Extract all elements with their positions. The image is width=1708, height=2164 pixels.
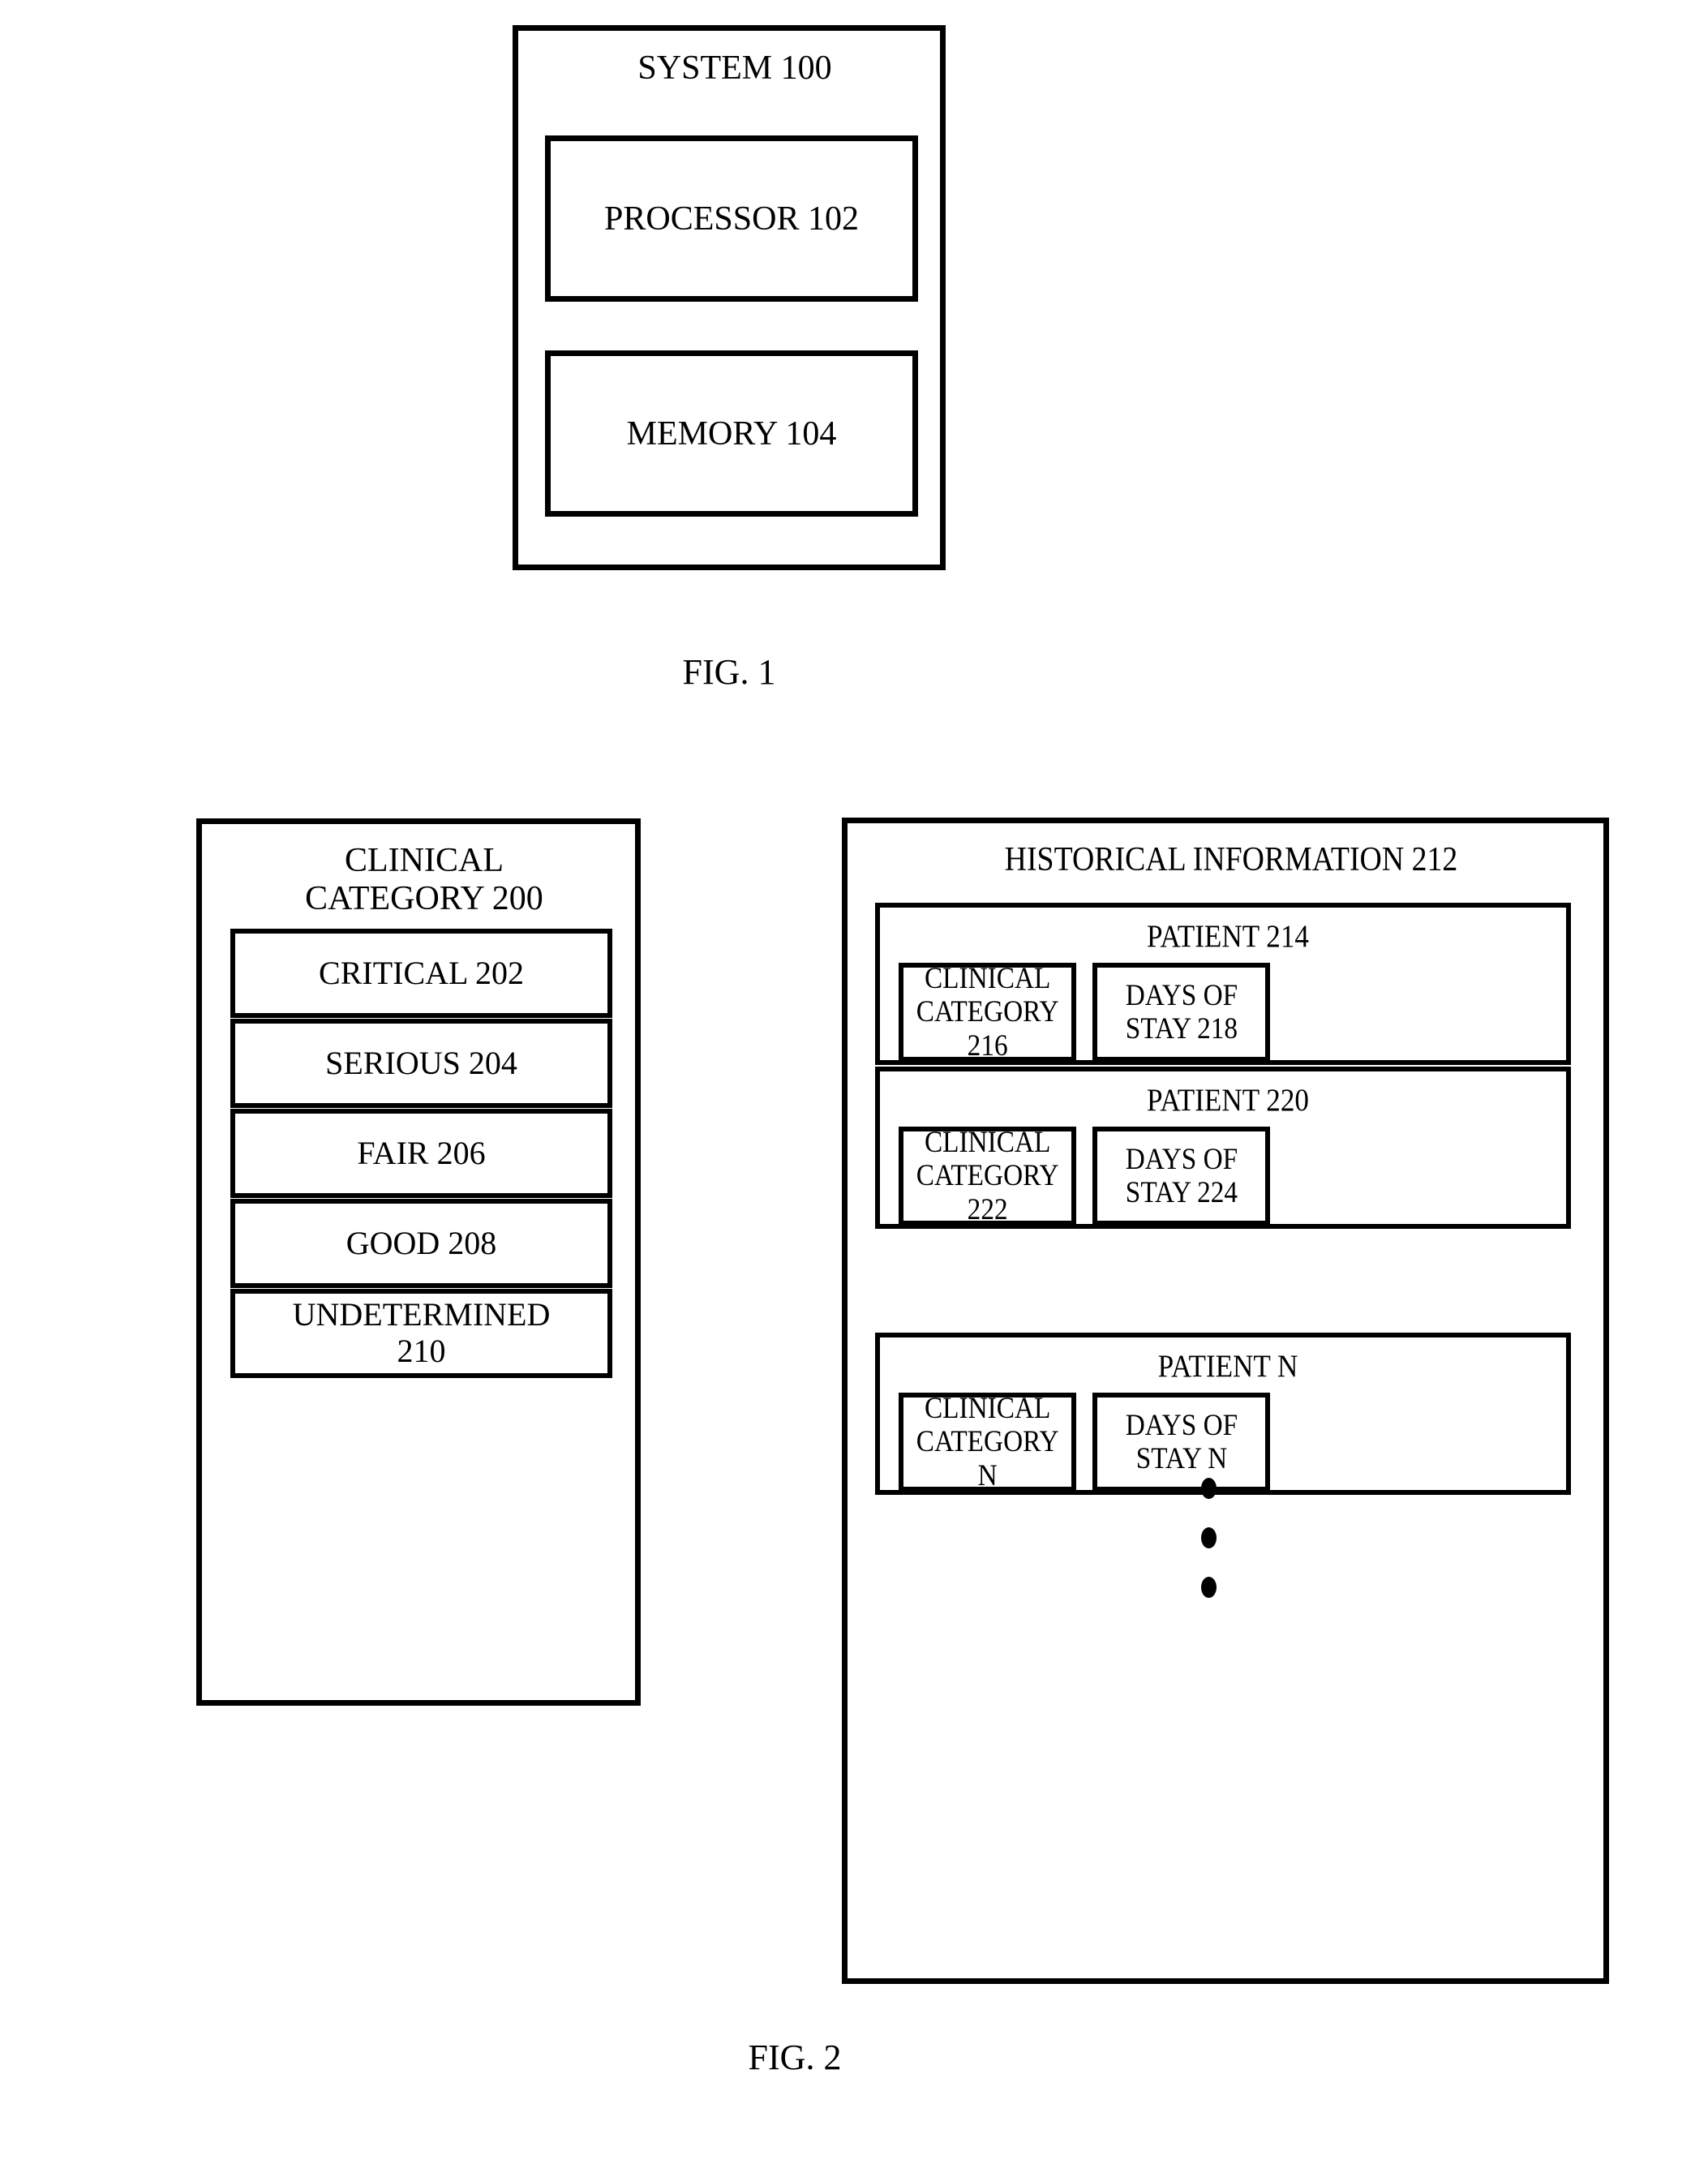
- figure-1-caption: FIG. 1: [682, 652, 776, 692]
- figure-2-caption: FIG. 2: [748, 2037, 842, 2077]
- historical-information-block: HISTORICAL INFORMATION 212 PATIENT 214 C…: [842, 818, 1609, 1984]
- patient-clinical-category-label: CLINICAL CATEGORY 216: [916, 961, 1059, 1063]
- system-block: SYSTEM 100 PROCESSOR 102 MEMORY 104: [513, 25, 946, 570]
- patient-days-of-stay-box: DAYS OF STAY N: [1092, 1393, 1270, 1492]
- clinical-category-item-serious: SERIOUS 204: [230, 1019, 612, 1108]
- historical-information-block-title: HISTORICAL INFORMATION 212: [1004, 841, 1458, 878]
- processor-block-label: PROCESSOR 102: [604, 200, 859, 238]
- clinical-category-item-label: CRITICAL 202: [319, 954, 524, 991]
- processor-block: PROCESSOR 102: [545, 135, 918, 302]
- vertical-ellipsis-dot-icon: [1201, 1527, 1217, 1548]
- clinical-category-item-label: UNDETERMINED 210: [292, 1296, 551, 1369]
- clinical-category-item-undetermined: UNDETERMINED 210: [230, 1289, 612, 1378]
- patient-days-of-stay-box: DAYS OF STAY 224: [1092, 1127, 1270, 1226]
- clinical-category-item-fair: FAIR 206: [230, 1109, 612, 1198]
- patient-block-title: PATIENT 220: [1147, 1083, 1309, 1118]
- clinical-category-item-label: GOOD 208: [345, 1224, 497, 1261]
- clinical-category-item-label: FAIR 206: [357, 1134, 486, 1171]
- patient-days-of-stay-label: DAYS OF STAY 218: [1125, 978, 1238, 1046]
- patient-clinical-category-label: CLINICAL CATEGORY 222: [916, 1125, 1059, 1226]
- patient-clinical-category-box: CLINICAL CATEGORY 216: [899, 961, 1076, 1063]
- memory-block: MEMORY 104: [545, 350, 918, 517]
- clinical-category-item-good: GOOD 208: [230, 1199, 612, 1288]
- clinical-category-item-critical: CRITICAL 202: [230, 929, 612, 1018]
- patient-days-of-stay-label: DAYS OF STAY 224: [1125, 1142, 1238, 1209]
- patient-clinical-category-box: CLINICAL CATEGORY N: [899, 1391, 1076, 1492]
- patient-block: PATIENT 220 CLINICAL CATEGORY 222 DAYS O…: [875, 1067, 1571, 1229]
- clinical-category-item-label: SERIOUS 204: [325, 1044, 517, 1081]
- patient-clinical-category-box: CLINICAL CATEGORY 222: [899, 1125, 1076, 1226]
- vertical-ellipsis-dot-icon: [1201, 1577, 1217, 1598]
- patient-clinical-category-label: CLINICAL CATEGORY N: [916, 1391, 1059, 1492]
- system-block-title: SYSTEM 100: [637, 49, 832, 87]
- patient-block: PATIENT 214 CLINICAL CATEGORY 216 DAYS O…: [875, 903, 1571, 1065]
- patient-block-title: PATIENT N: [1157, 1349, 1298, 1384]
- patient-block-title: PATIENT 214: [1147, 919, 1309, 954]
- clinical-category-block-title: CLINICAL CATEGORY 200: [305, 842, 543, 918]
- patient-days-of-stay-label: DAYS OF STAY N: [1125, 1408, 1238, 1475]
- vertical-ellipsis-dot-icon: [1201, 1478, 1217, 1499]
- patient-days-of-stay-box: DAYS OF STAY 218: [1092, 963, 1270, 1062]
- memory-block-label: MEMORY 104: [626, 414, 837, 453]
- patient-block: PATIENT N CLINICAL CATEGORY N DAYS OF ST…: [875, 1333, 1571, 1495]
- clinical-category-block: CLINICAL CATEGORY 200 CRITICAL 202 SERIO…: [196, 818, 641, 1706]
